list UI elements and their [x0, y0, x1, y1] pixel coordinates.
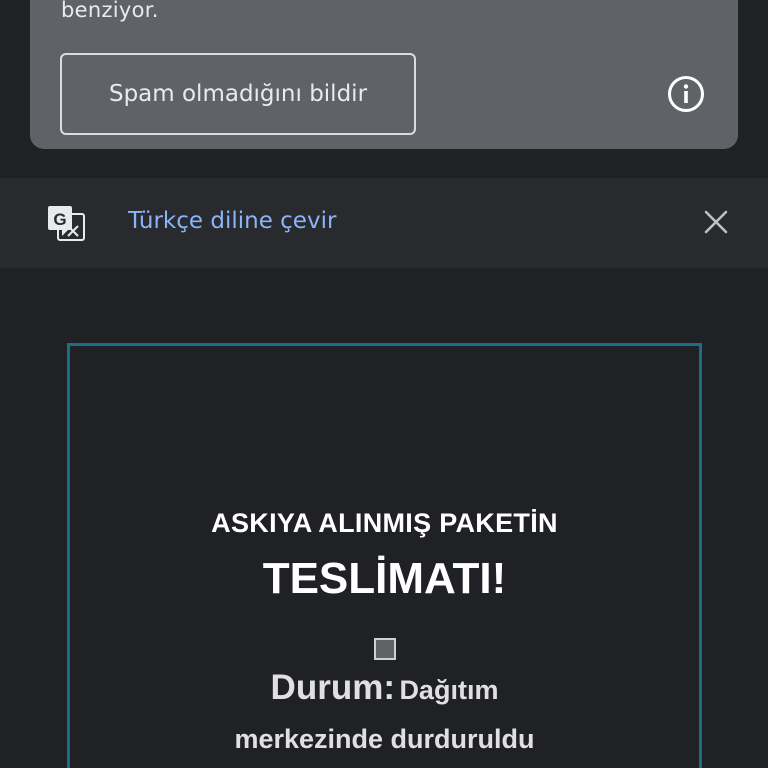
broken-image-icon: [374, 638, 396, 660]
close-icon[interactable]: [702, 208, 730, 236]
status-line: Durum: Dağıtım: [70, 668, 699, 708]
email-headline-line2: TESLİMATI!: [262, 554, 507, 603]
status-value: Dağıtım: [399, 675, 499, 705]
translate-bar: G Türkçe diline çevir: [0, 178, 768, 268]
google-translate-icon: G: [48, 206, 85, 241]
status-value-continued: merkezinde durduruldu: [234, 724, 535, 754]
email-headline-line1: ASKIYA ALINMIŞ PAKETİN: [211, 508, 558, 538]
spam-warning-text: benziyor.: [61, 0, 159, 22]
svg-text:G: G: [53, 210, 66, 229]
report-not-spam-button[interactable]: Spam olmadığını bildir: [60, 53, 416, 135]
info-icon[interactable]: [666, 74, 706, 114]
email-content-frame: ASKIYA ALINMIŞ PAKETİN TESLİMATI! Durum:…: [67, 343, 702, 768]
spam-warning-card: benziyor. Spam olmadığını bildir: [30, 0, 738, 149]
email-view: benziyor. Spam olmadığını bildir G Türkç…: [0, 0, 768, 768]
translate-to-turkish-link[interactable]: Türkçe diline çevir: [128, 208, 336, 234]
status-label: Durum:: [270, 668, 395, 707]
